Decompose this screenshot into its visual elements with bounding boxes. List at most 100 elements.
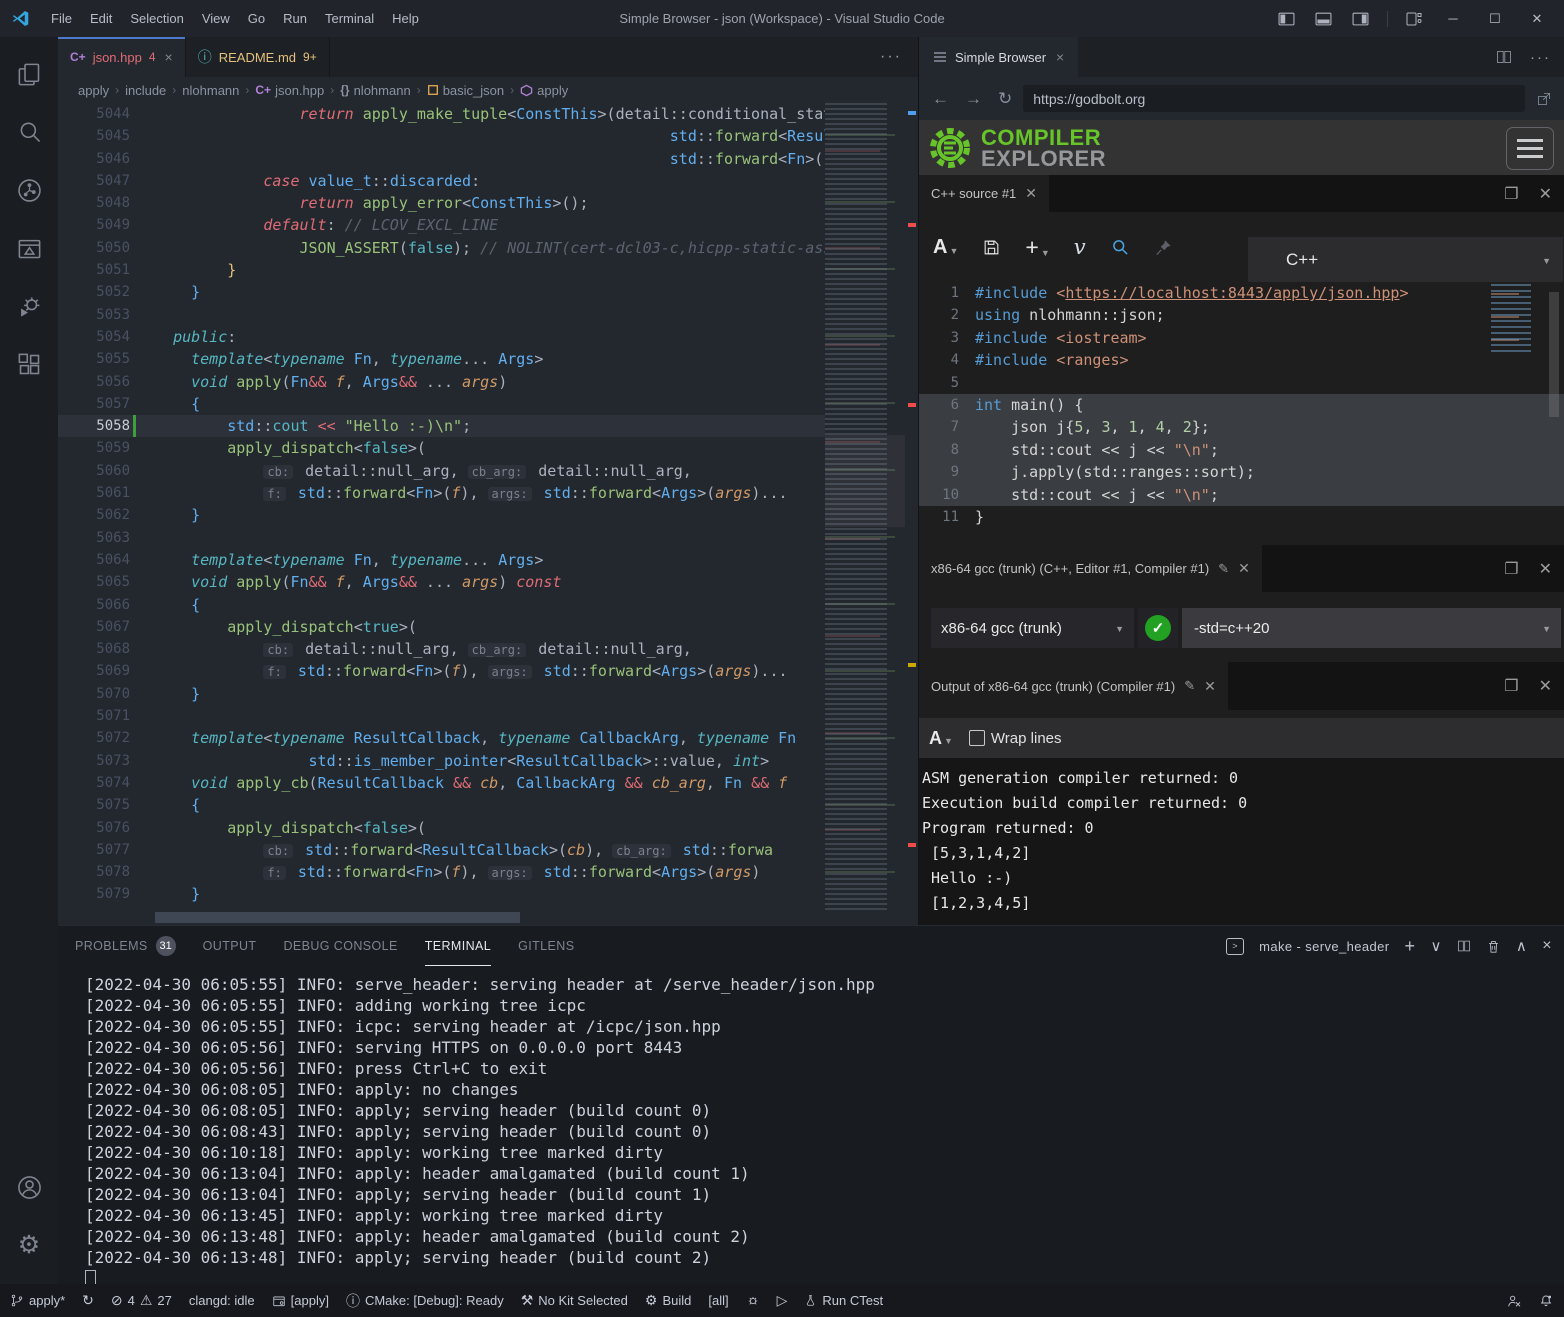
code-editor[interactable]: 5044 return apply_make_tuple<ConstThis>(… [58,103,918,913]
url-input[interactable]: https://godbolt.org [1023,85,1525,112]
breadcrumb-item-include[interactable]: include [125,83,166,98]
settings-gear-icon[interactable]: ⚙ [0,1220,58,1270]
launch-item[interactable]: ▷ [777,1292,788,1309]
breadcrumb-item-apply[interactable]: apply [520,83,568,98]
customize-layout-icon[interactable] [1400,11,1428,27]
terminal-profile-dropdown-icon[interactable]: ∨ [1430,937,1441,955]
compiler-select[interactable]: x86-64 gcc (trunk)▼ [931,608,1134,648]
maximize-pane-icon[interactable]: ❐ [1504,676,1518,696]
menu-file[interactable]: File [42,11,81,26]
tab-json-hpp[interactable]: C+ json.hpp 4 × [58,37,186,77]
explorer-icon[interactable] [0,49,58,99]
close-pane-icon[interactable]: ✕ [1539,184,1552,204]
forward-icon[interactable]: → [960,89,987,109]
more-actions-icon[interactable]: ··· [1530,49,1551,66]
open-external-icon[interactable] [1531,91,1557,107]
ce-logo-text[interactable]: COMPILER EXPLORER [981,127,1106,169]
close-icon[interactable]: ✕ [1025,185,1037,202]
edit-title-icon[interactable]: ✎ [1184,678,1195,694]
maximize-pane-icon[interactable]: ❐ [1504,184,1518,204]
language-select[interactable]: C++▼ [1248,237,1563,282]
cmake-status-item[interactable]: ⓘ CMake: [Debug]: Ready [346,1291,504,1311]
close-tab-icon[interactable]: × [1056,49,1064,65]
terminal-content[interactable]: [2022-04-30 06:05:55] INFO: serve_header… [58,966,1564,1285]
run-and-debug-icon[interactable] [0,281,58,331]
ce-output-tab[interactable]: Output of x86-64 gcc (trunk) (Compiler #… [919,662,1228,710]
tab-problems[interactable]: PROBLEMS 31 [75,927,176,966]
toggle-panel-icon[interactable] [1309,11,1338,27]
ce-code-editor[interactable]: 1#include <https://localhost:8443/apply/… [919,282,1564,545]
account-icon[interactable] [0,1162,58,1212]
compiler-options-input[interactable]: -std=c++20▼ [1182,608,1561,648]
close-icon[interactable]: ✕ [1204,678,1216,695]
maximize-panel-icon[interactable]: ∧ [1516,937,1527,955]
close-pane-icon[interactable]: ✕ [1539,676,1552,696]
breadcrumb-item-apply[interactable]: apply [78,83,109,98]
debug-item[interactable] [746,1293,760,1308]
close-tab-icon[interactable]: × [165,49,173,65]
clangd-status[interactable]: clangd: idle [189,1293,255,1308]
breadcrumb-item-nlohmann[interactable]: {}nlohmann [340,83,410,98]
notifications-bell-icon[interactable] [1538,1293,1554,1309]
split-editor-icon[interactable] [1496,49,1512,65]
tab-debug-console[interactable]: DEBUG CONSOLE [283,927,397,966]
kill-terminal-icon[interactable] [1486,939,1501,954]
ce-minimap[interactable] [1491,284,1537,356]
menu-go[interactable]: Go [239,11,274,26]
horizontal-scrollbar[interactable] [155,912,520,923]
wrap-lines-checkbox[interactable]: Wrap lines [969,730,1062,747]
extensions-icon[interactable] [0,339,58,389]
terminal-select[interactable]: make - serve_header [1259,939,1389,954]
ce-compiler-tab[interactable]: x86-64 gcc (trunk) (C++, Editor #1, Comp… [919,545,1262,592]
search-icon[interactable] [0,107,58,157]
vim-mode-icon[interactable]: v [1074,235,1086,259]
minimap-slider[interactable] [825,435,905,527]
breadcrumb-item-jsonhpp[interactable]: C+json.hpp [255,83,324,98]
save-icon[interactable] [982,238,1001,257]
git-branch-item[interactable]: apply* [10,1293,65,1308]
close-panel-icon[interactable]: × [1542,937,1552,955]
simple-browser-preview-icon[interactable] [0,223,58,273]
close-pane-icon[interactable]: ✕ [1539,559,1552,579]
editor-more-actions[interactable]: ··· [880,37,902,77]
ctest-item[interactable]: Run CTest [804,1293,883,1308]
ce-vertical-scrollbar[interactable] [1549,292,1559,417]
add-pane-icon[interactable]: +▼ [1025,234,1049,261]
feedback-icon[interactable] [1506,1293,1522,1309]
menu-selection[interactable]: Selection [121,11,192,26]
cmake-project-item[interactable]: [apply] [272,1293,329,1308]
minimap[interactable] [825,103,905,913]
toggle-sidebar-icon[interactable] [1272,11,1301,27]
zoom-search-icon[interactable] [1110,237,1130,257]
close-button[interactable]: ✕ [1520,0,1554,37]
kit-item[interactable]: ⚒ No Kit Selected [521,1292,628,1309]
font-size-icon[interactable]: A▼ [929,728,953,749]
font-size-icon[interactable]: A▼ [933,236,958,259]
split-terminal-icon[interactable] [1457,939,1471,953]
toggle-secondary-sidebar-icon[interactable] [1346,11,1375,27]
minimize-button[interactable]: ─ [1436,0,1470,37]
build-item[interactable]: ⚙ Build [645,1292,691,1309]
pin-icon[interactable] [1154,238,1173,257]
maximize-pane-icon[interactable]: ❐ [1504,559,1518,579]
menu-help[interactable]: Help [383,11,428,26]
breadcrumb-item-basic_json[interactable]: basic_json [427,83,504,98]
menu-view[interactable]: View [193,11,239,26]
problems-summary[interactable]: ⊘4 ⚠27 [111,1292,172,1309]
source-control-icon[interactable] [0,165,58,215]
tab-simple-browser[interactable]: Simple Browser × [919,37,1078,77]
maximize-button[interactable]: ☐ [1478,0,1512,37]
reload-icon[interactable]: ↻ [993,89,1017,109]
build-target-item[interactable]: [all] [708,1293,728,1308]
back-icon[interactable]: ← [927,89,954,109]
menu-run[interactable]: Run [274,11,316,26]
menu-edit[interactable]: Edit [81,11,121,26]
tab-gitlens[interactable]: GITLENS [518,927,574,966]
edit-title-icon[interactable]: ✎ [1218,561,1229,577]
close-icon[interactable]: ✕ [1238,560,1250,577]
checkbox-icon[interactable] [969,730,985,746]
hamburger-menu-icon[interactable] [1506,127,1554,170]
menu-terminal[interactable]: Terminal [316,11,383,26]
breadcrumb-item-nlohmann[interactable]: nlohmann [182,83,239,98]
tab-terminal[interactable]: TERMINAL [425,927,491,966]
